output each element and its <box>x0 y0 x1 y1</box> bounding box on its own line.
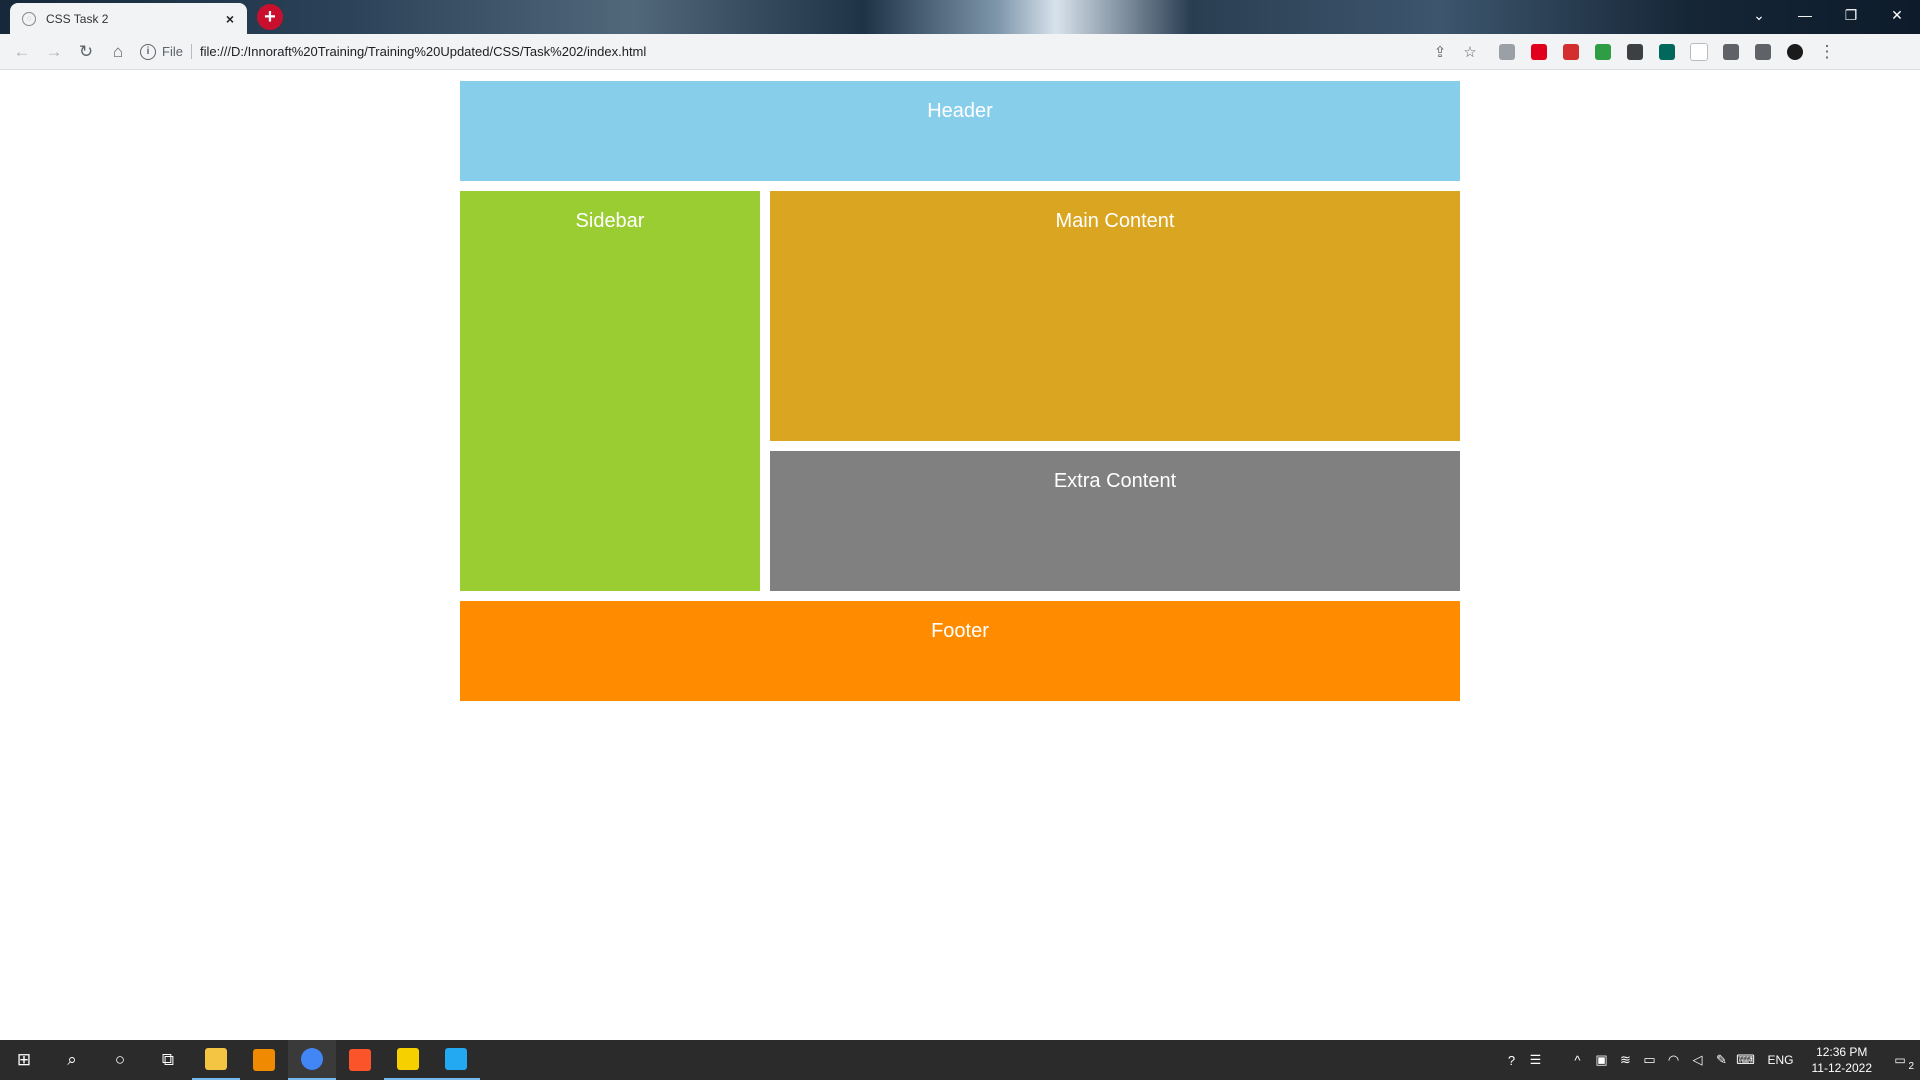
show-hidden-icons-chevron-icon[interactable]: ^ <box>1565 1053 1589 1068</box>
weather-icon[interactable]: ☰ <box>1523 1052 1547 1068</box>
meet-now-icon[interactable]: ▣ <box>1589 1052 1613 1068</box>
clock-time: 12:36 PM <box>1816 1045 1868 1059</box>
vscode-taskbar-button[interactable] <box>432 1040 480 1080</box>
puzzle-icon-glyph <box>1723 43 1739 60</box>
browser-toolbar: ← → ↻ ⌂ i File file:///D:/Innoraft%20Tra… <box>0 34 1920 70</box>
language-indicator[interactable]: ENG <box>1757 1053 1803 1067</box>
vlc-icon <box>253 1049 275 1071</box>
profile-avatar-glyph <box>1787 43 1803 60</box>
pen-icon[interactable]: ✎ <box>1709 1052 1733 1068</box>
clock[interactable]: 12:36 PM 11-12-2022 <box>1804 1044 1881 1076</box>
camera-ext-icon-glyph <box>1659 43 1675 60</box>
start-button[interactable]: ⊞ <box>0 1040 48 1080</box>
volume-muted-icon[interactable]: ◁ <box>1685 1052 1709 1068</box>
profile-avatar[interactable] <box>1779 36 1811 68</box>
cortana-button[interactable]: ○ <box>96 1040 144 1080</box>
b-ext-icon-glyph <box>1690 42 1708 61</box>
help-icon[interactable]: ? <box>1499 1053 1523 1068</box>
bluetooth-icon[interactable]: ≋ <box>1613 1052 1637 1068</box>
tab-search-button[interactable]: ⌄ <box>1736 0 1782 30</box>
slash-ext-icon-glyph <box>1563 43 1579 60</box>
tab-title: CSS Task 2 <box>46 11 109 26</box>
clipboard-ext-icon[interactable] <box>1491 36 1523 68</box>
search-button[interactable]: ⌕ <box>48 1040 96 1080</box>
pip-ext-icon-glyph <box>1627 43 1643 60</box>
windows-taskbar: ⊞ ⌕ ○ ⧉ ? ☰ ^ ▣ ≋ ▭ ◠ ◁ ✎ ⌨ ENG 12:36 PM… <box>0 1040 1920 1080</box>
tab-close-button[interactable]: × <box>221 10 239 28</box>
share-icon[interactable]: ⇪ <box>1425 43 1455 61</box>
close-window-button[interactable]: ✕ <box>1874 0 1920 30</box>
opera-ext-icon[interactable] <box>1523 36 1555 68</box>
file-explorer-taskbar-button[interactable] <box>192 1040 240 1080</box>
vscode-icon <box>445 1048 467 1070</box>
chrome-taskbar-button[interactable] <box>288 1040 336 1080</box>
notification-center-button[interactable]: ▭ 2 <box>1880 1040 1920 1080</box>
scheme-label: File <box>162 44 192 59</box>
tab-css-task-2[interactable]: ◌ CSS Task 2 × <box>10 3 247 34</box>
clipboard-ext-icon-glyph <box>1499 43 1515 60</box>
new-tab-button[interactable]: + <box>257 4 283 30</box>
brave-taskbar-button[interactable] <box>336 1040 384 1080</box>
back-button[interactable]: ← <box>6 36 38 68</box>
main-content-box: Main Content <box>770 191 1460 441</box>
green-ext-icon-glyph <box>1595 43 1611 60</box>
footer-box: Footer <box>460 601 1460 701</box>
notification-icon: ▭ <box>1894 1053 1906 1067</box>
sticky-notes-taskbar-button[interactable] <box>384 1040 432 1080</box>
globe-icon: ◌ <box>22 11 36 26</box>
bookmark-star-icon[interactable]: ☆ <box>1455 43 1485 61</box>
keyboard-icon[interactable]: ⌨ <box>1733 1052 1757 1068</box>
opera-ext-icon-glyph <box>1531 43 1547 60</box>
restore-button[interactable]: ❐ <box>1828 0 1874 30</box>
chrome-icon <box>301 1048 323 1070</box>
camera-ext-icon[interactable] <box>1651 36 1683 68</box>
reload-button[interactable]: ↻ <box>70 36 102 68</box>
green-ext-icon[interactable] <box>1587 36 1619 68</box>
url-text[interactable]: file:///D:/Innoraft%20Training/Training%… <box>200 44 1425 59</box>
notification-count: 2 <box>1908 1061 1914 1072</box>
home-button[interactable]: ⌂ <box>102 36 134 68</box>
address-bar[interactable]: i File file:///D:/Innoraft%20Training/Tr… <box>140 36 1485 67</box>
wifi-icon[interactable]: ◠ <box>1661 1052 1685 1068</box>
window-controls: ⌄ — ❐ ✕ <box>1736 0 1920 30</box>
extra-content-box: Extra Content <box>770 451 1460 591</box>
browser-titlebar: ◌ CSS Task 2 × + ⌄ — ❐ ✕ <box>0 0 1920 34</box>
vlc-taskbar-button[interactable] <box>240 1040 288 1080</box>
sticky-notes-icon <box>397 1048 419 1070</box>
forward-button[interactable]: → <box>38 36 70 68</box>
page-viewport: Header Sidebar Main Content Extra Conten… <box>0 70 1920 1040</box>
slash-ext-icon[interactable] <box>1555 36 1587 68</box>
sidepanel-icon[interactable] <box>1747 36 1779 68</box>
battery-icon[interactable]: ▭ <box>1637 1052 1661 1068</box>
system-tray: ? ☰ ^ ▣ ≋ ▭ ◠ ◁ ✎ ⌨ ENG 12:36 PM 11-12-2… <box>1499 1040 1920 1080</box>
clock-date: 11-12-2022 <box>1811 1061 1873 1075</box>
brave-icon <box>349 1049 371 1071</box>
b-ext-icon[interactable] <box>1683 36 1715 68</box>
extensions-area <box>1491 36 1811 68</box>
task-view-button[interactable]: ⧉ <box>144 1040 192 1080</box>
pip-ext-icon[interactable] <box>1619 36 1651 68</box>
pinned-apps <box>192 1040 480 1080</box>
file-explorer-icon <box>205 1048 227 1070</box>
browser-menu-button[interactable]: ⋮ <box>1811 36 1843 68</box>
site-info-icon[interactable]: i <box>140 43 156 60</box>
header-box: Header <box>460 81 1460 181</box>
sidebar-box: Sidebar <box>460 191 760 591</box>
minimize-button[interactable]: — <box>1782 0 1828 30</box>
puzzle-icon[interactable] <box>1715 36 1747 68</box>
sidepanel-icon-glyph <box>1755 43 1771 60</box>
